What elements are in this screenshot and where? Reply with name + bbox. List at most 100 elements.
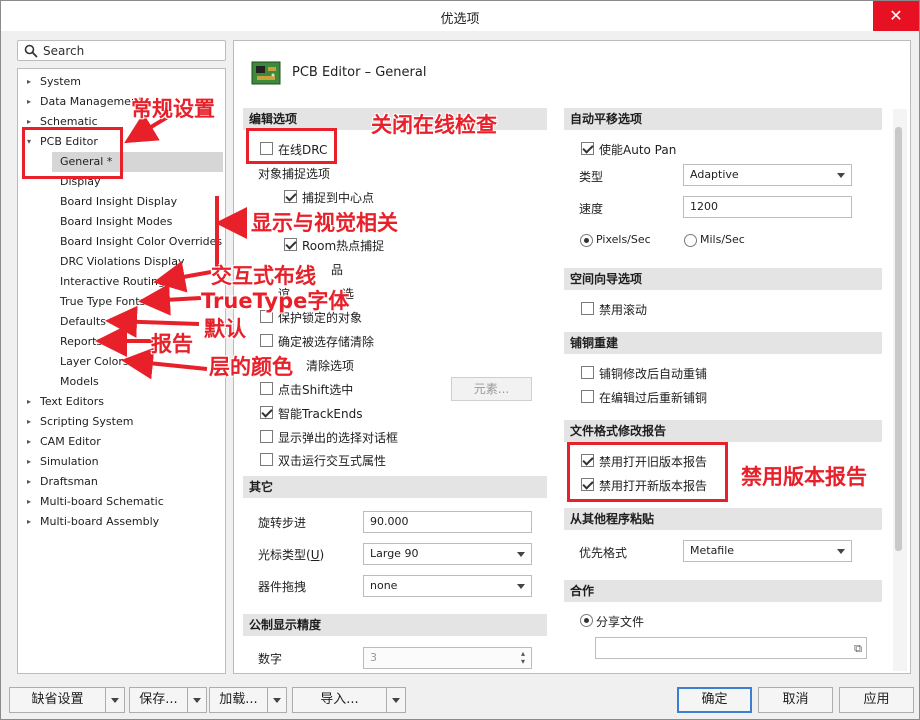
tree-item-multi-board-assembly[interactable]: ▸ Multi-board Assembly <box>18 512 225 532</box>
chevron-down-icon <box>392 698 400 703</box>
cursor-type-label: 光标类型(U) <box>258 548 325 562</box>
tree-item-label: Multi-board Assembly <box>40 515 160 528</box>
show-popup-checkbox[interactable] <box>260 430 273 443</box>
tree-item-board-insight-display[interactable]: Board Insight Display <box>18 192 225 212</box>
page-title: PCB Editor – General <box>292 65 427 80</box>
annotation-label: 层的颜色 <box>209 355 293 379</box>
preferred-format-label: 优先格式 <box>579 546 628 560</box>
tree-item-board-insight-modes[interactable]: Board Insight Modes <box>18 212 225 232</box>
import-dropdown-button[interactable] <box>386 687 406 713</box>
component-drag-label: 器件拖拽 <box>258 580 307 594</box>
share-file-radio[interactable] <box>580 614 593 627</box>
tree-item-label: DRC Violations Display <box>60 255 185 268</box>
share-path-input[interactable]: ⧉ <box>595 637 867 659</box>
tree-item-multi-board-schematic[interactable]: ▸ Multi-board Schematic <box>18 492 225 512</box>
scrollbar-thumb[interactable] <box>895 127 902 551</box>
tree-item-label: Text Editors <box>40 395 105 408</box>
expand-arrow-icon[interactable]: ▸ <box>24 92 34 112</box>
tree-item-draftsman[interactable]: ▸ Draftsman <box>18 472 225 492</box>
tree-item-label: Board Insight Modes <box>60 215 173 228</box>
tree-item-cam-editor[interactable]: ▸ CAM Editor <box>18 432 225 452</box>
cursor-type-select[interactable]: Large 90 <box>363 543 532 565</box>
search-input[interactable]: Search <box>17 40 226 61</box>
cancel-button[interactable]: 取消 <box>758 687 833 713</box>
tree-item-true-type-fonts[interactable]: True Type Fonts <box>18 292 225 312</box>
annotation-label: 报告 <box>151 332 193 356</box>
annotation-label: 禁用版本报告 <box>741 465 867 489</box>
expand-arrow-icon[interactable]: ▸ <box>24 512 34 532</box>
tree-item-board-insight-color-overrides[interactable]: Board Insight Color Overrides <box>18 232 225 252</box>
component-drag-select[interactable]: none <box>363 575 532 597</box>
tree-item-label: Layer Colors <box>60 355 129 368</box>
shift-click-checkbox[interactable] <box>260 382 273 395</box>
tree-item-label: Simulation <box>40 455 99 468</box>
preferred-format-select[interactable]: Metafile <box>683 540 852 562</box>
tree-item-simulation[interactable]: ▸ Simulation <box>18 452 225 472</box>
cursor-type-value: Large 90 <box>370 547 419 560</box>
import-button[interactable]: 导入... <box>292 687 387 713</box>
chevron-down-icon <box>517 552 525 557</box>
annotation-label: TrueType字体 <box>201 289 350 313</box>
repour-after-edit-checkbox[interactable] <box>581 390 594 403</box>
auto-repour-checkbox[interactable] <box>581 366 594 379</box>
tree-item-system[interactable]: ▸ System <box>18 72 225 92</box>
digits-spinbox[interactable]: 3 ▴ ▾ <box>363 647 532 669</box>
tree-item-models[interactable]: Models <box>18 372 225 392</box>
enable-autopan-checkbox[interactable] <box>581 142 594 155</box>
digits-label: 数字 <box>258 652 283 666</box>
tree-item-label: System <box>40 75 82 88</box>
snap-to-center-checkbox[interactable] <box>284 190 297 203</box>
tree-item-label: Models <box>60 375 99 388</box>
tree-item-label: Data Management <box>40 95 143 108</box>
autopan-speed-input[interactable]: 1200 <box>683 196 852 218</box>
autopan-type-label: 类型 <box>579 170 604 184</box>
save-dropdown-button[interactable] <box>187 687 207 713</box>
folder-icon[interactable]: ⧉ <box>854 639 862 659</box>
tree-item-scripting-system[interactable]: ▸ Scripting System <box>18 412 225 432</box>
annotation-box-online-drc <box>246 128 337 164</box>
primitives-button[interactable]: 元素... <box>451 377 532 401</box>
defaults-button[interactable]: 缺省设置 <box>9 687 106 713</box>
confirm-clear-checkbox[interactable] <box>260 334 273 347</box>
tree-item-layer-colors[interactable]: Layer Colors <box>18 352 225 372</box>
load-dropdown-button[interactable] <box>267 687 287 713</box>
expand-arrow-icon[interactable]: ▸ <box>24 72 34 92</box>
expand-arrow-icon[interactable]: ▸ <box>24 432 34 452</box>
tree-item-interactive-routing[interactable]: Interactive Routing <box>18 272 225 292</box>
ok-button[interactable]: 确定 <box>677 687 752 713</box>
smart-trackends-label: 智能TrackEnds <box>278 407 363 421</box>
disable-roll-checkbox[interactable] <box>581 302 594 315</box>
load-button[interactable]: 加载... <box>209 687 268 713</box>
disable-roll-label: 禁用滚动 <box>599 303 648 317</box>
defaults-dropdown-button[interactable] <box>105 687 125 713</box>
autopan-type-select[interactable]: Adaptive <box>683 164 852 186</box>
save-button[interactable]: 保存... <box>129 687 188 713</box>
tree-item-reports[interactable]: Reports <box>18 332 225 352</box>
autopan-type-value: Adaptive <box>690 168 739 181</box>
room-hotspot-checkbox[interactable] <box>284 238 297 251</box>
section-paste: 从其他程序粘贴 <box>564 508 882 530</box>
show-popup-label: 显示弹出的选择对话框 <box>278 431 399 445</box>
expand-arrow-icon[interactable]: ▸ <box>24 392 34 412</box>
tree-item-label: Interactive Routing <box>60 275 165 288</box>
expand-arrow-icon[interactable]: ▸ <box>24 412 34 432</box>
annotation-label: 关闭在线检查 <box>371 113 497 137</box>
window-title: 优选项 <box>440 12 480 27</box>
auto-repour-label: 铺铜修改后自动重铺 <box>599 367 708 381</box>
dblclick-properties-checkbox[interactable] <box>260 453 273 466</box>
chevron-down-icon <box>517 584 525 589</box>
apply-button[interactable]: 应用 <box>839 687 914 713</box>
pixels-per-sec-radio[interactable] <box>580 234 593 247</box>
mils-per-sec-radio[interactable] <box>684 234 697 247</box>
tree-item-drc-violations-display[interactable]: DRC Violations Display <box>18 252 225 272</box>
tree-item-defaults[interactable]: Defaults <box>18 312 225 332</box>
expand-arrow-icon[interactable]: ▸ <box>24 492 34 512</box>
close-button[interactable]: ✕ <box>873 1 919 31</box>
cursor-type-text: 光标类型 <box>258 548 307 562</box>
expand-arrow-icon[interactable]: ▸ <box>24 452 34 472</box>
tree-item-text-editors[interactable]: ▸ Text Editors <box>18 392 225 412</box>
rotation-step-input[interactable]: 90.000 <box>363 511 532 533</box>
spin-arrows-icon[interactable]: ▴ ▾ <box>521 650 525 666</box>
smart-trackends-checkbox[interactable] <box>260 406 273 419</box>
expand-arrow-icon[interactable]: ▸ <box>24 472 34 492</box>
